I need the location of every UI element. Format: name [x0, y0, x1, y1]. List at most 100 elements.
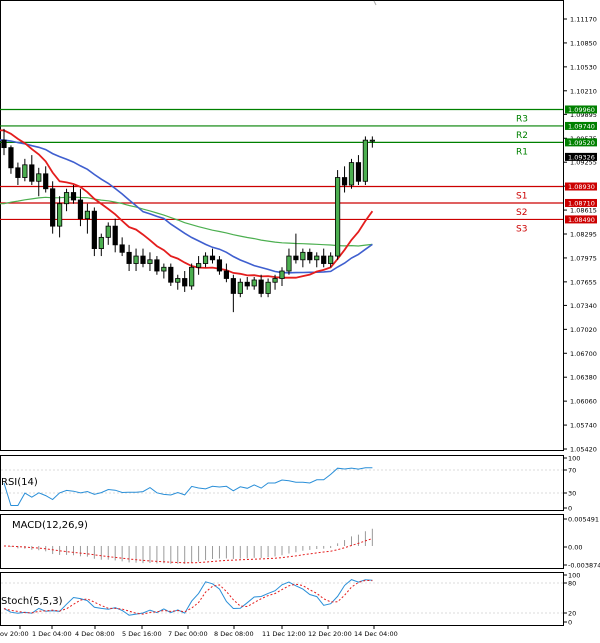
candle-bear — [293, 255, 299, 261]
level-name-s2: S2 — [516, 208, 527, 218]
time-tick-label: 12 Dec 20:00 — [308, 630, 352, 638]
candle-bear — [8, 147, 14, 169]
price-tick-label: 1.06060 — [570, 398, 597, 406]
time-tick-label: 4 Dec 08:00 — [75, 630, 115, 638]
stoch-axis: 10080 200 — [563, 572, 580, 627]
rsi-pane — [0, 455, 564, 511]
candle-bear — [91, 210, 97, 249]
level-name-s1: S1 — [516, 192, 527, 202]
indicator-tick-label: 70 — [568, 467, 576, 475]
current-price-tag: 1.09326 — [565, 152, 597, 161]
rsi-label: RSI(14) — [1, 477, 38, 488]
candle-bull — [147, 259, 153, 264]
price-pane — [0, 0, 564, 451]
level-name-r1: R1 — [516, 147, 528, 157]
price-tick-label: 1.10210 — [570, 87, 597, 95]
candle-bull — [57, 203, 63, 227]
candle-bull — [36, 173, 42, 182]
candle-bull — [272, 278, 278, 283]
level-name-r2: R2 — [516, 131, 528, 141]
candle-bull — [279, 270, 285, 279]
level-tag-r3: 1.09960 — [568, 106, 595, 114]
indicator-tick-label: 0.005491 — [568, 516, 599, 524]
level-tag-r2: 1.09740 — [568, 122, 595, 130]
candle-bear — [43, 173, 49, 190]
price-tick-label: 1.11170 — [570, 16, 597, 24]
candle-bear — [1, 139, 7, 149]
candle-bear — [230, 278, 236, 294]
time-tick-label: ov 20:00 — [0, 630, 29, 638]
candle-bull — [362, 139, 369, 182]
candle-bear — [50, 188, 56, 227]
price-tick-label: 1.07340 — [570, 302, 597, 310]
candle-bull — [105, 225, 111, 238]
time-tick-label: 11 Dec 12:00 — [262, 630, 306, 638]
price-axis: 1.111701.108501.105301.102101.098951.095… — [563, 16, 597, 454]
candle-bear — [168, 266, 174, 283]
candle-bull — [84, 210, 90, 220]
price-tick-label: 1.10530 — [570, 63, 597, 71]
candle-bull — [265, 281, 271, 294]
indicator-tick-label: 100 — [568, 455, 580, 463]
candle-bear — [209, 255, 216, 261]
level-name-s3: S3 — [516, 224, 527, 234]
candle-bear — [29, 164, 35, 182]
price-tick-label: 1.05740 — [570, 422, 597, 430]
indicator-tick-label: 20 — [568, 610, 576, 618]
candle-bear — [244, 281, 250, 287]
current-price-label: 1.09326 — [568, 153, 595, 161]
price-tick-label: 1.10850 — [570, 39, 597, 47]
level-tag-s2: 1.08710 — [568, 199, 595, 207]
price-tick-label: 1.08295 — [570, 231, 597, 239]
candle-bull — [286, 255, 292, 272]
candle-bull — [175, 278, 181, 283]
price-tick-label: 1.07655 — [570, 278, 597, 286]
price-tick-label: 1.07020 — [570, 326, 597, 334]
macd-axis: 0.005491 0.00 -0.003874 — [563, 516, 600, 570]
candle-bear — [223, 270, 229, 279]
candle-bull — [251, 279, 257, 287]
candle-bull — [334, 177, 341, 257]
level-name-r3: R3 — [516, 114, 528, 124]
candle-bear — [112, 225, 118, 246]
level-tag-r1: 1.09520 — [568, 139, 595, 147]
level-tag-s3: 1.08490 — [568, 216, 595, 224]
candle-bear — [307, 251, 313, 261]
time-tick-label: 7 Dec 00:00 — [168, 630, 208, 638]
forex-chart: 1.111701.108501.105301.102101.098951.095… — [0, 0, 600, 638]
indicator-tick-label: 0 — [568, 505, 572, 513]
candle-bear — [341, 177, 348, 186]
time-axis: ov 20:00 1 Dec 04:00 4 Dec 08:00 5 Dec 16:0… — [0, 626, 398, 638]
indicator-tick-label: 30 — [568, 490, 576, 498]
indicator-tick-label: -0.003874 — [568, 562, 600, 570]
price-tick-label: 1.05420 — [570, 446, 597, 454]
time-tick-label: 14 Dec 04:00 — [354, 630, 398, 638]
candle-bear — [154, 259, 160, 272]
time-tick-label: 5 Dec 16:00 — [122, 630, 162, 638]
candle-bull — [63, 192, 70, 205]
candle-bear — [119, 244, 125, 253]
level-tag-s1: 1.08930 — [568, 183, 595, 191]
candle-bear — [182, 278, 188, 287]
candle-bear — [126, 251, 132, 264]
candle-bull — [369, 139, 375, 142]
candle-bull — [300, 251, 306, 261]
candle-bear — [321, 255, 327, 264]
stoch-label: Stoch(5,5,3) — [1, 596, 63, 607]
indicator-tick-label: 0.00 — [568, 544, 582, 552]
candle-bear — [216, 259, 223, 272]
candle-bull — [348, 162, 355, 186]
candle-bull — [189, 266, 195, 287]
candle-bear — [77, 199, 84, 220]
time-tick-label: 1 Dec 04:00 — [32, 630, 72, 638]
candle-bear — [140, 255, 146, 264]
candle-bear — [15, 167, 21, 178]
candle-bull — [133, 255, 139, 264]
price-tick-label: 1.07975 — [570, 254, 597, 262]
candle-bull — [195, 263, 202, 268]
indicator-tick-label: 80 — [568, 580, 576, 588]
candle-bull — [202, 255, 209, 264]
candle-bear — [355, 162, 362, 182]
candle-bull — [237, 281, 243, 294]
price-tick-label: 1.08615 — [570, 207, 597, 215]
